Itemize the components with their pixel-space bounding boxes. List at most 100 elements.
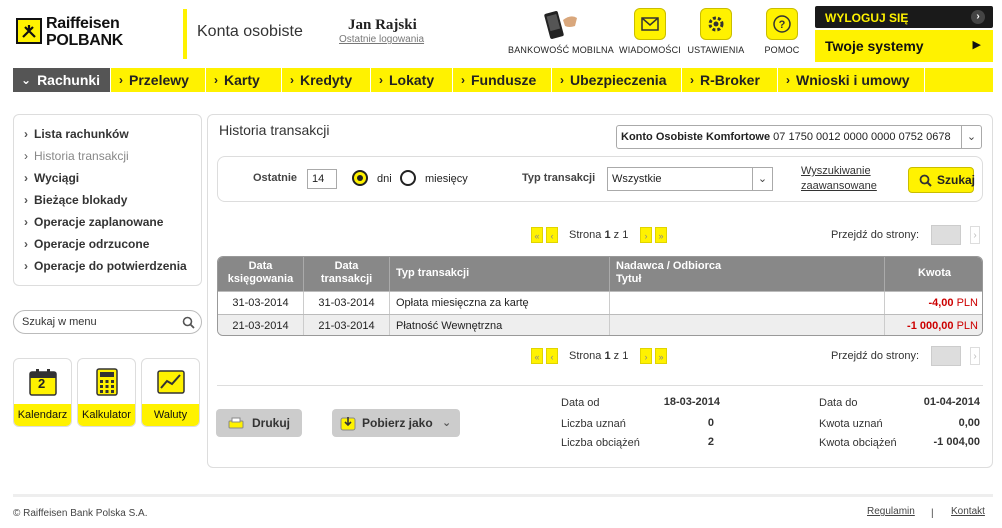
calculator-tile[interactable]: Kalkulator	[77, 358, 136, 427]
nav-item-przelewy[interactable]: › Przelewy	[111, 68, 206, 92]
page-title: Historia transakcji	[219, 122, 330, 138]
copyright: © Raiffeisen Bank Polska S.A.	[13, 508, 148, 519]
divider	[217, 385, 983, 386]
nav-item-lokaty[interactable]: › Lokaty	[371, 68, 453, 92]
col-party-title[interactable]: Nadawca / Odbiorca Tytuł	[610, 257, 885, 291]
svg-text:?: ?	[779, 19, 786, 31]
raiffeisen-logo-icon[interactable]	[16, 18, 42, 44]
chevron-down-icon: ⌄	[21, 73, 32, 87]
download-as-button[interactable]: Pobierz jako ⌄	[332, 409, 460, 437]
col-booking-date[interactable]: Data księgowania	[218, 257, 304, 291]
last-page-icon[interactable]: »	[655, 348, 667, 364]
months-radio[interactable]	[400, 170, 416, 186]
last-period-label: Ostatnie	[253, 172, 298, 184]
goto-page-button[interactable]: ›	[970, 347, 980, 365]
currencies-tile-label: Waluty	[142, 404, 199, 426]
sidebar-item-operacje-do-potwierdzenia[interactable]: › Operacje do potwierdzenia	[24, 259, 187, 273]
first-page-icon[interactable]: «	[531, 227, 543, 243]
advanced-search-link[interactable]: Wyszukiwanie zaawansowane	[801, 164, 877, 194]
months-label: miesięcy	[425, 173, 468, 185]
transaction-type-value: Wszystkie	[612, 173, 662, 185]
chevron-right-icon: ›	[119, 73, 123, 87]
transaction-type-select[interactable]: Wszystkie ⌄	[607, 167, 773, 191]
cell-party	[610, 292, 885, 314]
cell-party	[610, 315, 885, 335]
transactions-table: Data księgowania Data transakcji Typ trans…	[217, 256, 983, 336]
envelope-icon[interactable]	[634, 8, 666, 40]
download-as-label: Pobierz jako	[362, 416, 433, 430]
nav-item-ubezpieczenia[interactable]: › Ubezpieczenia	[552, 68, 682, 92]
sidebar-item-historia-transakcji[interactable]: › Historia transakcji	[24, 149, 129, 163]
triangle-right-icon: ▶	[972, 39, 981, 51]
logo-text-line1: Raiffeisen	[46, 15, 120, 32]
gear-icon[interactable]	[700, 8, 732, 40]
sidebar-item-operacje-zaplanowane[interactable]: › Operacje zaplanowane	[24, 215, 163, 229]
search-icon[interactable]	[182, 316, 195, 329]
col-amount[interactable]: Kwota	[885, 257, 982, 291]
settings-label[interactable]: USTAWIENIA	[684, 45, 748, 55]
calculator-icon	[96, 368, 118, 396]
search-button[interactable]: Szukaj	[908, 167, 976, 193]
first-page-icon[interactable]: «	[531, 348, 543, 364]
cell-booking-date: 21-03-2014	[218, 315, 304, 335]
next-page-icon[interactable]: ›	[640, 348, 652, 364]
last-logins-link[interactable]: Ostatnie logowania	[339, 34, 424, 45]
debits-amount-value: -1 004,00	[933, 436, 980, 448]
last-page-icon[interactable]: »	[655, 227, 667, 243]
nav-item-karty[interactable]: › Karty	[206, 68, 282, 92]
goto-page-label: Przejdź do strony:	[831, 350, 920, 362]
transaction-history-panel: Historia transakcji Konto Osobiste Komfo…	[207, 114, 993, 468]
table-row[interactable]: 21-03-2014 21-03-2014 Płatność Wewnętrzn…	[218, 314, 982, 335]
sidebar-item-wyciagi[interactable]: › Wyciągi	[24, 171, 79, 185]
footer-separator: |	[931, 508, 934, 519]
your-systems-button[interactable]: Twoje systemy ▶	[815, 30, 993, 62]
nav-item-rachunki[interactable]: ⌄ Rachunki	[13, 68, 111, 92]
prev-page-icon[interactable]: ‹	[546, 348, 558, 364]
date-to-value: 01-04-2014	[923, 396, 980, 408]
sidebar-item-lista-rachunkow[interactable]: › Lista rachunków	[24, 127, 129, 141]
nav-item-r-broker[interactable]: › R-Broker	[682, 68, 778, 92]
nav-item-wnioski[interactable]: › Wnioski i umowy	[778, 68, 925, 92]
chevron-right-icon: ›	[24, 193, 28, 207]
currencies-tile[interactable]: Waluty	[141, 358, 200, 427]
search-button-label: Szukaj	[937, 173, 976, 187]
mobile-banking-label[interactable]: BANKOWOŚĆ MOBILNA	[506, 45, 616, 55]
prev-page-icon[interactable]: ‹	[546, 227, 558, 243]
menu-search-input[interactable]: Szukaj w menu	[13, 310, 202, 334]
cell-transaction-date: 31-03-2014	[304, 292, 390, 314]
help-icon[interactable]: ?	[766, 8, 798, 40]
col-transaction-type[interactable]: Typ transakcji	[390, 257, 610, 291]
sidebar-menu: › Lista rachunków › Historia transakcji › W…	[13, 114, 202, 286]
logout-label: WYLOGUJ SIĘ	[825, 11, 909, 25]
user-name: Jan Rajski	[348, 17, 417, 33]
menu-search-placeholder: Szukaj w menu	[22, 316, 97, 328]
days-radio[interactable]	[352, 170, 368, 186]
contact-link[interactable]: Kontakt	[951, 506, 985, 517]
table-row[interactable]: 31-03-2014 31-03-2014 Opłata miesięczna …	[218, 291, 982, 314]
help-label[interactable]: POMOC	[758, 45, 806, 55]
messages-label[interactable]: WIADOMOŚCI	[616, 45, 684, 55]
nav-item-fundusze[interactable]: › Fundusze	[453, 68, 552, 92]
cell-type: Płatność Wewnętrzna	[390, 315, 610, 335]
transaction-type-label: Typ transakcji	[522, 172, 596, 184]
cell-amount: -1 000,00 PLN	[907, 320, 978, 332]
print-button[interactable]: Drukuj	[216, 409, 302, 437]
logout-button[interactable]: WYLOGUJ SIĘ ›	[815, 6, 993, 28]
chevron-down-icon: ⌄	[442, 417, 452, 429]
next-page-icon[interactable]: ›	[640, 227, 652, 243]
nav-item-kredyty[interactable]: › Kredyty	[282, 68, 371, 92]
terms-link[interactable]: Regulamin	[867, 506, 915, 517]
col-transaction-date[interactable]: Data transakcji	[304, 257, 390, 291]
goto-page-input[interactable]	[931, 225, 961, 245]
goto-page-button[interactable]: ›	[970, 226, 980, 244]
app-title: Konta osobiste	[197, 23, 303, 40]
last-period-input[interactable]: 14	[307, 169, 337, 189]
calendar-tile[interactable]: 2 Kalendarz	[13, 358, 72, 427]
account-select[interactable]: Konto Osobiste Komfortowe 07 1750 0012 0…	[616, 125, 982, 149]
days-label: dni	[377, 173, 392, 185]
sidebar-item-operacje-odrzucone[interactable]: › Operacje odrzucone	[24, 237, 149, 251]
phone-icon[interactable]	[541, 6, 581, 42]
sidebar-item-biezace-blokady[interactable]: › Bieżące blokady	[24, 193, 127, 207]
goto-page-input[interactable]	[931, 346, 961, 366]
chevron-right-icon: ›	[214, 73, 218, 87]
